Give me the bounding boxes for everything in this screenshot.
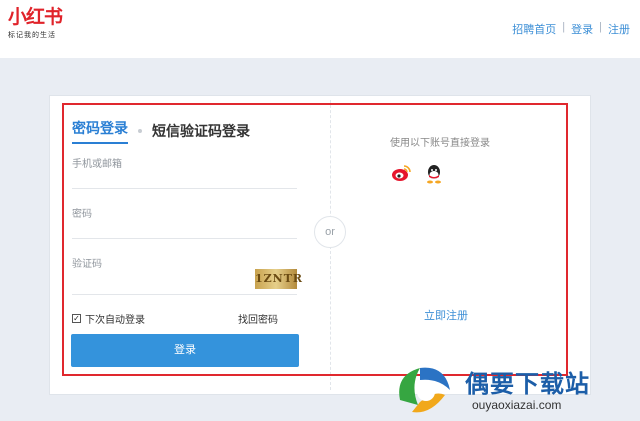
login-tabs: 密码登录 短信验证码登录 xyxy=(72,118,250,144)
nav-recruit-link[interactable]: 招聘首页 xyxy=(512,21,556,37)
captcha-field[interactable]: 验证码 1ZNTR xyxy=(72,255,302,295)
password-placeholder: 密码 xyxy=(72,209,92,220)
nav-register-link[interactable]: 注册 xyxy=(608,21,630,37)
qq-icon[interactable] xyxy=(425,164,443,189)
captcha-placeholder: 验证码 xyxy=(72,259,102,270)
remember-checkbox[interactable]: ✓ xyxy=(72,314,81,323)
watermark-url: ouyaoxiazai.com xyxy=(472,398,562,412)
tab-password-login[interactable]: 密码登录 xyxy=(72,118,128,144)
nav-login-link[interactable]: 登录 xyxy=(571,21,593,37)
site-watermark: 偶要下载站 ouyaoxiazai.com xyxy=(390,360,640,421)
xiaohongshu-logo[interactable]: 小红书 标记我的生活 xyxy=(8,6,72,46)
captcha-image[interactable]: 1ZNTR xyxy=(255,269,302,289)
social-login-title: 使用以下账号直接登录 xyxy=(390,138,490,149)
password-field[interactable]: 密码 xyxy=(72,205,297,239)
account-field[interactable]: 手机或邮箱 xyxy=(72,155,297,189)
account-placeholder: 手机或邮箱 xyxy=(72,159,122,170)
or-separator: or xyxy=(314,216,346,248)
login-button[interactable]: 登录 xyxy=(71,334,299,367)
remember-me[interactable]: ✓ 下次自动登录 xyxy=(72,311,145,326)
nav-separator: | xyxy=(599,21,602,33)
logo-text: 小红书 xyxy=(8,6,63,28)
register-now-link[interactable]: 立即注册 xyxy=(424,307,468,323)
top-nav: 招聘首页 | 登录 | 注册 xyxy=(512,21,630,37)
nav-separator: | xyxy=(562,21,566,33)
remember-label: 下次自动登录 xyxy=(85,315,145,326)
tab-sms-login[interactable]: 短信验证码登录 xyxy=(152,121,250,141)
weibo-icon[interactable] xyxy=(391,164,411,189)
watermark-title: 偶要下载站 xyxy=(465,370,590,398)
watermark-logo-icon xyxy=(399,367,450,413)
logo-slogan: 标记我的生活 xyxy=(8,32,56,39)
social-icons xyxy=(391,164,443,189)
tab-separator-dot xyxy=(138,129,142,133)
top-header: 小红书 标记我的生活 招聘首页 | 登录 | 注册 xyxy=(0,0,640,58)
forgot-password-link[interactable]: 找回密码 xyxy=(238,311,278,326)
